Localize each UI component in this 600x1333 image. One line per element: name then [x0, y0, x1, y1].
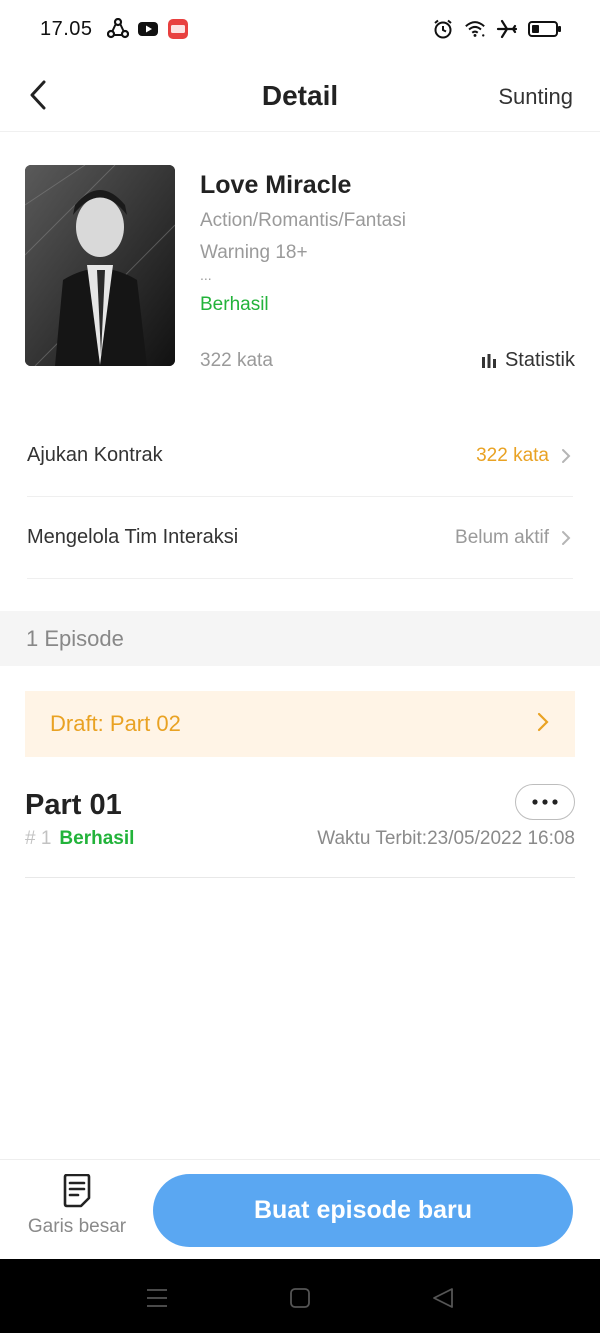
episode-item[interactable]: Part 01 # 1 Berhasil Waktu Terbit:23/05/… [25, 782, 575, 878]
home-icon[interactable] [287, 1285, 313, 1311]
mangatoon-icon [167, 18, 189, 40]
book-description-ellipsis: ... [200, 267, 212, 283]
create-episode-button[interactable]: Buat episode baru [153, 1174, 573, 1247]
outline-label: Garis besar [27, 1216, 127, 1237]
episode-number: # 1 [25, 828, 52, 849]
contract-value: 322 kata [476, 444, 549, 466]
system-nav-bar [0, 1259, 600, 1333]
bar-chart-icon [481, 353, 496, 368]
publish-datetime: 23/05/2022 16:08 [427, 828, 575, 849]
more-options-button[interactable] [515, 784, 575, 820]
status-right-icons [432, 18, 562, 40]
book-word-count: 322 kata [200, 350, 273, 371]
menu-icon[interactable] [144, 1285, 170, 1311]
episode-title: Part 01 [25, 789, 122, 821]
edit-button[interactable]: Sunting [498, 84, 573, 110]
book-title: Love Miracle [200, 171, 352, 199]
airplane-icon [496, 18, 518, 40]
episode-meta: # 1 Berhasil [25, 828, 134, 850]
book-status: Berhasil [200, 294, 269, 315]
episode-section-header: 1 Episode [0, 611, 600, 666]
interaction-team-label: Mengelola Tim Interaksi [27, 526, 239, 548]
book-info: Love Miracle Action/Romantis/Fantasi War… [25, 165, 575, 371]
alarm-icon [432, 18, 454, 40]
book-cover-image[interactable] [25, 165, 175, 366]
back-triangle-icon[interactable] [430, 1285, 456, 1311]
more-horizontal-icon [532, 799, 558, 805]
outline-button[interactable]: Garis besar [22, 1174, 132, 1254]
chevron-right-icon [559, 446, 573, 466]
episode-count: 1 Episode [26, 625, 124, 651]
contract-label: Ajukan Kontrak [27, 444, 163, 466]
header: Detail Sunting [0, 58, 600, 132]
interaction-team-value: Belum aktif [455, 526, 549, 548]
chevron-right-icon [537, 712, 549, 737]
document-list-icon [63, 1174, 91, 1208]
book-description: Warning 18+ [200, 242, 308, 263]
interaction-team-right: Belum aktif [455, 527, 573, 549]
draft-label: Draft: Part 02 [50, 711, 181, 736]
draft-banner[interactable]: Draft: Part 02 [25, 691, 575, 757]
battery-icon [528, 18, 562, 40]
wifi-icon [464, 18, 486, 40]
episode-status: Berhasil [59, 828, 135, 849]
status-time: 17.05 [40, 17, 93, 40]
publish-label: Waktu Terbit: [317, 828, 428, 849]
statistics-button[interactable]: Statistik [481, 349, 575, 372]
statistics-label: Statistik [504, 349, 575, 371]
book-genre: Action/Romantis/Fantasi [200, 210, 406, 231]
share-icon [106, 18, 129, 40]
bottom-action-bar: Garis besar Buat episode baru [0, 1159, 600, 1259]
contract-row[interactable]: Ajukan Kontrak 322 kata [27, 415, 573, 497]
chevron-right-icon [559, 528, 573, 548]
status-left-icons [106, 18, 189, 40]
status-bar: 17.05 [0, 0, 600, 58]
youtube-icon [137, 18, 159, 40]
interaction-team-row[interactable]: Mengelola Tim Interaksi Belum aktif [27, 497, 573, 579]
episode-publish-time: Waktu Terbit:23/05/2022 16:08 [317, 828, 575, 850]
contract-right: 322 kata [476, 445, 573, 467]
